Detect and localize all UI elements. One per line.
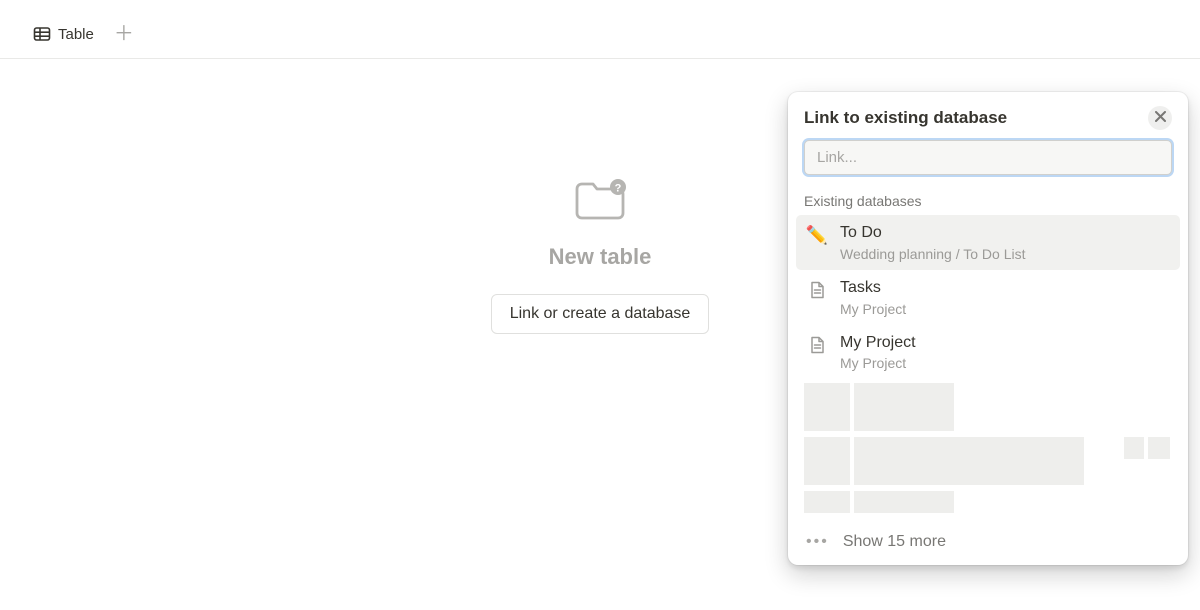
close-icon [1155, 109, 1166, 127]
page-icon [806, 334, 828, 356]
table-icon [32, 24, 52, 44]
database-item-title: Tasks [840, 278, 1170, 299]
show-more-label: Show 15 more [843, 533, 946, 551]
link-search-input[interactable] [804, 140, 1172, 175]
page-icon [806, 279, 828, 301]
tab-table-label: Table [58, 26, 94, 43]
database-item-path: My Project [840, 355, 1170, 371]
tab-table[interactable]: Table [30, 18, 96, 50]
search-wrapper [788, 140, 1188, 187]
link-database-popover: Link to existing database Existing datab… [788, 92, 1188, 565]
add-view-button[interactable]: ＋ [108, 24, 140, 44]
database-item-path: My Project [840, 301, 1170, 317]
close-button[interactable] [1148, 106, 1172, 130]
database-item-title: My Project [840, 333, 1170, 354]
redacted-items [788, 379, 1188, 523]
popover-title: Link to existing database [804, 108, 1007, 128]
ellipsis-icon: ••• [806, 533, 829, 551]
popover-header: Link to existing database [788, 106, 1188, 140]
existing-databases-label: Existing databases [788, 187, 1188, 215]
database-item-title: To Do [840, 223, 1170, 244]
folder-question-icon: ? [573, 179, 627, 228]
database-item-tasks[interactable]: Tasks My Project [796, 270, 1180, 325]
show-more-button[interactable]: ••• Show 15 more [788, 523, 1188, 551]
link-or-create-database-button[interactable]: Link or create a database [491, 294, 710, 334]
pencil-emoji-icon: ✏️ [806, 224, 828, 246]
database-item-todo[interactable]: ✏️ To Do Wedding planning / To Do List [796, 215, 1180, 270]
database-item-myproject[interactable]: My Project My Project [796, 325, 1180, 380]
database-list: ✏️ To Do Wedding planning / To Do List T… [788, 215, 1188, 379]
view-tabs-bar: Table ＋ [0, 10, 1200, 59]
database-item-path: Wedding planning / To Do List [840, 246, 1170, 262]
svg-text:?: ? [615, 183, 622, 195]
